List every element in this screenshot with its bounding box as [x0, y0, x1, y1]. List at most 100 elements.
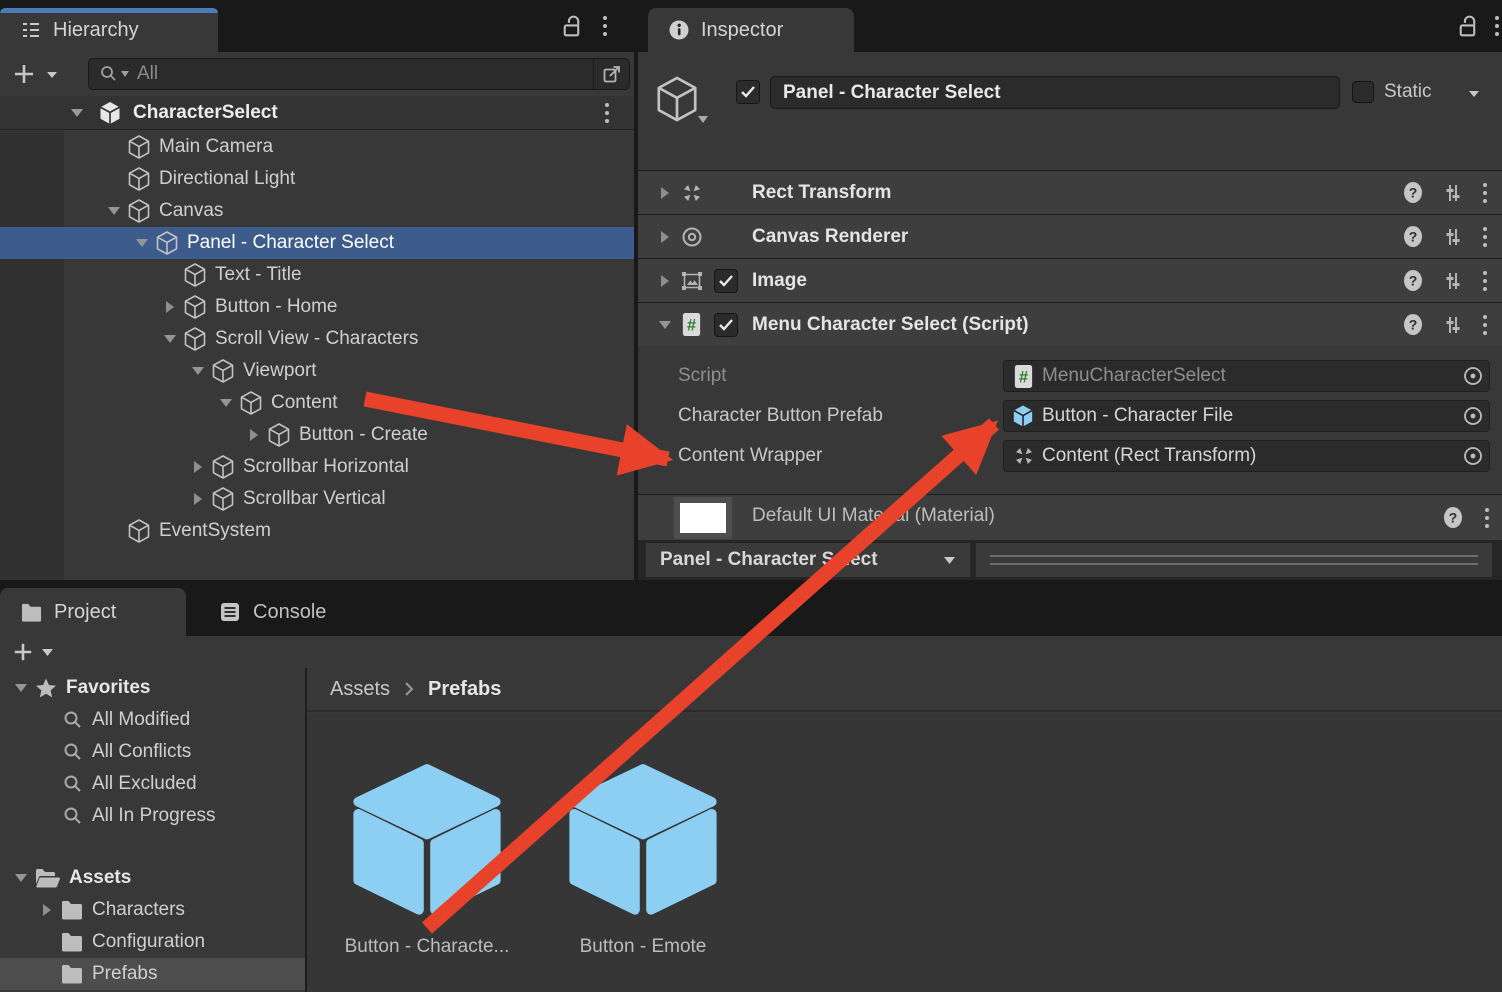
- help-icon[interactable]: ?: [1402, 224, 1424, 249]
- tab-console[interactable]: Console: [198, 588, 390, 636]
- expand-icon[interactable]: [157, 300, 183, 314]
- object-field-value: Button - Character File: [1042, 405, 1457, 427]
- component-enabled-checkbox[interactable]: [714, 313, 738, 337]
- presets-icon[interactable]: [1441, 181, 1465, 205]
- hierarchy-item[interactable]: Text - Title: [0, 259, 634, 291]
- favorites-item[interactable]: All Conflicts: [0, 736, 305, 768]
- assets-folder-item[interactable]: Prefabs: [0, 958, 305, 990]
- object-name-field[interactable]: [770, 76, 1340, 109]
- hierarchy-item[interactable]: EventSystem: [0, 515, 634, 547]
- breadcrumb-root[interactable]: Assets: [330, 678, 390, 701]
- help-icon[interactable]: ?: [1402, 180, 1424, 205]
- tab-hierarchy[interactable]: Hierarchy: [0, 8, 218, 52]
- hierarchy-item[interactable]: Button - Home: [0, 291, 634, 323]
- menu-dots-icon[interactable]: [602, 14, 608, 38]
- asset-tile[interactable]: Button - Emote: [563, 759, 723, 971]
- favorites-item[interactable]: All Excluded: [0, 768, 305, 800]
- collapse-icon[interactable]: [650, 320, 680, 330]
- expand-icon[interactable]: [34, 903, 60, 917]
- favorites-item[interactable]: All Modified: [0, 704, 305, 736]
- collapse-icon[interactable]: [213, 398, 239, 408]
- property-row: Script#MenuCharacterSelect: [638, 356, 1502, 396]
- add-gameobject-button[interactable]: [12, 62, 36, 86]
- hierarchy-item[interactable]: Directional Light: [0, 163, 634, 195]
- collapse-icon[interactable]: [157, 334, 183, 344]
- object-picker-icon[interactable]: [1457, 441, 1489, 471]
- help-icon[interactable]: ?: [1402, 268, 1424, 293]
- preview-bar: Panel - Character Select: [638, 540, 1502, 580]
- component-header[interactable]: Image?: [638, 258, 1502, 302]
- object-field[interactable]: Content (Rect Transform): [1003, 440, 1490, 472]
- menu-dots-icon[interactable]: [1484, 506, 1490, 530]
- menu-dots-icon[interactable]: [1482, 269, 1488, 293]
- breadcrumb-current[interactable]: Prefabs: [428, 678, 501, 701]
- collapse-icon[interactable]: [185, 366, 211, 376]
- hierarchy-item[interactable]: Content: [0, 387, 634, 419]
- hierarchy-item[interactable]: Scrollbar Horizontal: [0, 451, 634, 483]
- assets-header[interactable]: Assets: [0, 862, 305, 894]
- expand-icon[interactable]: [650, 274, 680, 288]
- collapse-icon[interactable]: [8, 683, 34, 693]
- object-picker-icon[interactable]: [1457, 361, 1489, 391]
- assets-folder-item[interactable]: Characters: [0, 894, 305, 926]
- preview-object-selector[interactable]: Panel - Character Select: [646, 543, 970, 577]
- object-field[interactable]: Button - Character File: [1003, 400, 1490, 432]
- open-new-window-icon[interactable]: [593, 59, 629, 89]
- presets-icon[interactable]: [1441, 225, 1465, 249]
- collapse-icon[interactable]: [101, 206, 127, 216]
- expand-icon[interactable]: [650, 186, 680, 200]
- help-icon[interactable]: ?: [1402, 312, 1424, 337]
- collapse-icon[interactable]: [8, 873, 34, 883]
- hierarchy-item[interactable]: Scroll View - Characters: [0, 323, 634, 355]
- hierarchy-item[interactable]: Canvas: [0, 195, 634, 227]
- gameobject-icon-caret[interactable]: [698, 116, 708, 123]
- menu-dots-icon[interactable]: [1482, 225, 1488, 249]
- lock-icon[interactable]: [1456, 13, 1480, 40]
- presets-icon[interactable]: [1441, 269, 1465, 293]
- object-picker-icon[interactable]: [1457, 401, 1489, 431]
- collapse-icon[interactable]: [70, 108, 84, 118]
- search-filter-caret-icon[interactable]: [121, 71, 129, 77]
- add-asset-button[interactable]: [12, 641, 34, 663]
- help-icon[interactable]: ?: [1442, 505, 1464, 530]
- component-enabled-checkbox[interactable]: [714, 269, 738, 293]
- tab-project[interactable]: Project: [0, 588, 186, 636]
- expand-icon[interactable]: [650, 230, 680, 244]
- expand-icon[interactable]: [241, 428, 267, 442]
- add-dropdown-caret-icon[interactable]: [42, 649, 53, 656]
- favorites-header[interactable]: Favorites: [0, 672, 305, 704]
- expand-icon[interactable]: [185, 460, 211, 474]
- object-field[interactable]: #MenuCharacterSelect: [1003, 360, 1490, 392]
- prefab-cube-icon: [347, 759, 507, 923]
- menu-dots-icon[interactable]: [1494, 14, 1500, 38]
- hierarchy-item[interactable]: Main Camera: [0, 131, 634, 163]
- menu-dots-icon[interactable]: [1482, 181, 1488, 205]
- hierarchy-item[interactable]: Viewport: [0, 355, 634, 387]
- assets-folder-item[interactable]: Configuration: [0, 926, 305, 958]
- preview-drag-handle[interactable]: [976, 543, 1492, 577]
- scene-menu-dots-icon[interactable]: [604, 101, 610, 125]
- lock-icon[interactable]: [560, 13, 584, 40]
- static-caret-icon[interactable]: [1468, 90, 1480, 98]
- menu-dots-icon[interactable]: [1482, 313, 1488, 337]
- component-header[interactable]: #Menu Character Select (Script)?: [638, 302, 1502, 346]
- hierarchy-item[interactable]: Button - Create: [0, 419, 634, 451]
- material-header[interactable]: Default UI Material (Material) ?: [638, 494, 1502, 540]
- favorites-item[interactable]: All In Progress: [0, 800, 305, 832]
- tab-inspector[interactable]: Inspector: [648, 8, 854, 52]
- presets-icon[interactable]: [1441, 313, 1465, 337]
- hierarchy-item[interactable]: Scrollbar Vertical: [0, 483, 634, 515]
- material-swatch: [674, 497, 732, 539]
- component-header[interactable]: Canvas Renderer?: [638, 214, 1502, 258]
- scene-header-row[interactable]: CharacterSelect: [0, 96, 634, 130]
- search-input[interactable]: [129, 63, 593, 85]
- search-icon[interactable]: [99, 64, 119, 84]
- component-header[interactable]: Rect Transform?: [638, 170, 1502, 214]
- add-dropdown-caret-icon[interactable]: [46, 71, 58, 79]
- asset-tile[interactable]: Button - Characte...: [347, 759, 507, 971]
- collapse-icon[interactable]: [129, 238, 155, 248]
- static-checkbox[interactable]: [1352, 81, 1374, 103]
- expand-icon[interactable]: [185, 492, 211, 506]
- active-checkbox[interactable]: [736, 80, 760, 104]
- hierarchy-item[interactable]: Panel - Character Select: [0, 227, 634, 259]
